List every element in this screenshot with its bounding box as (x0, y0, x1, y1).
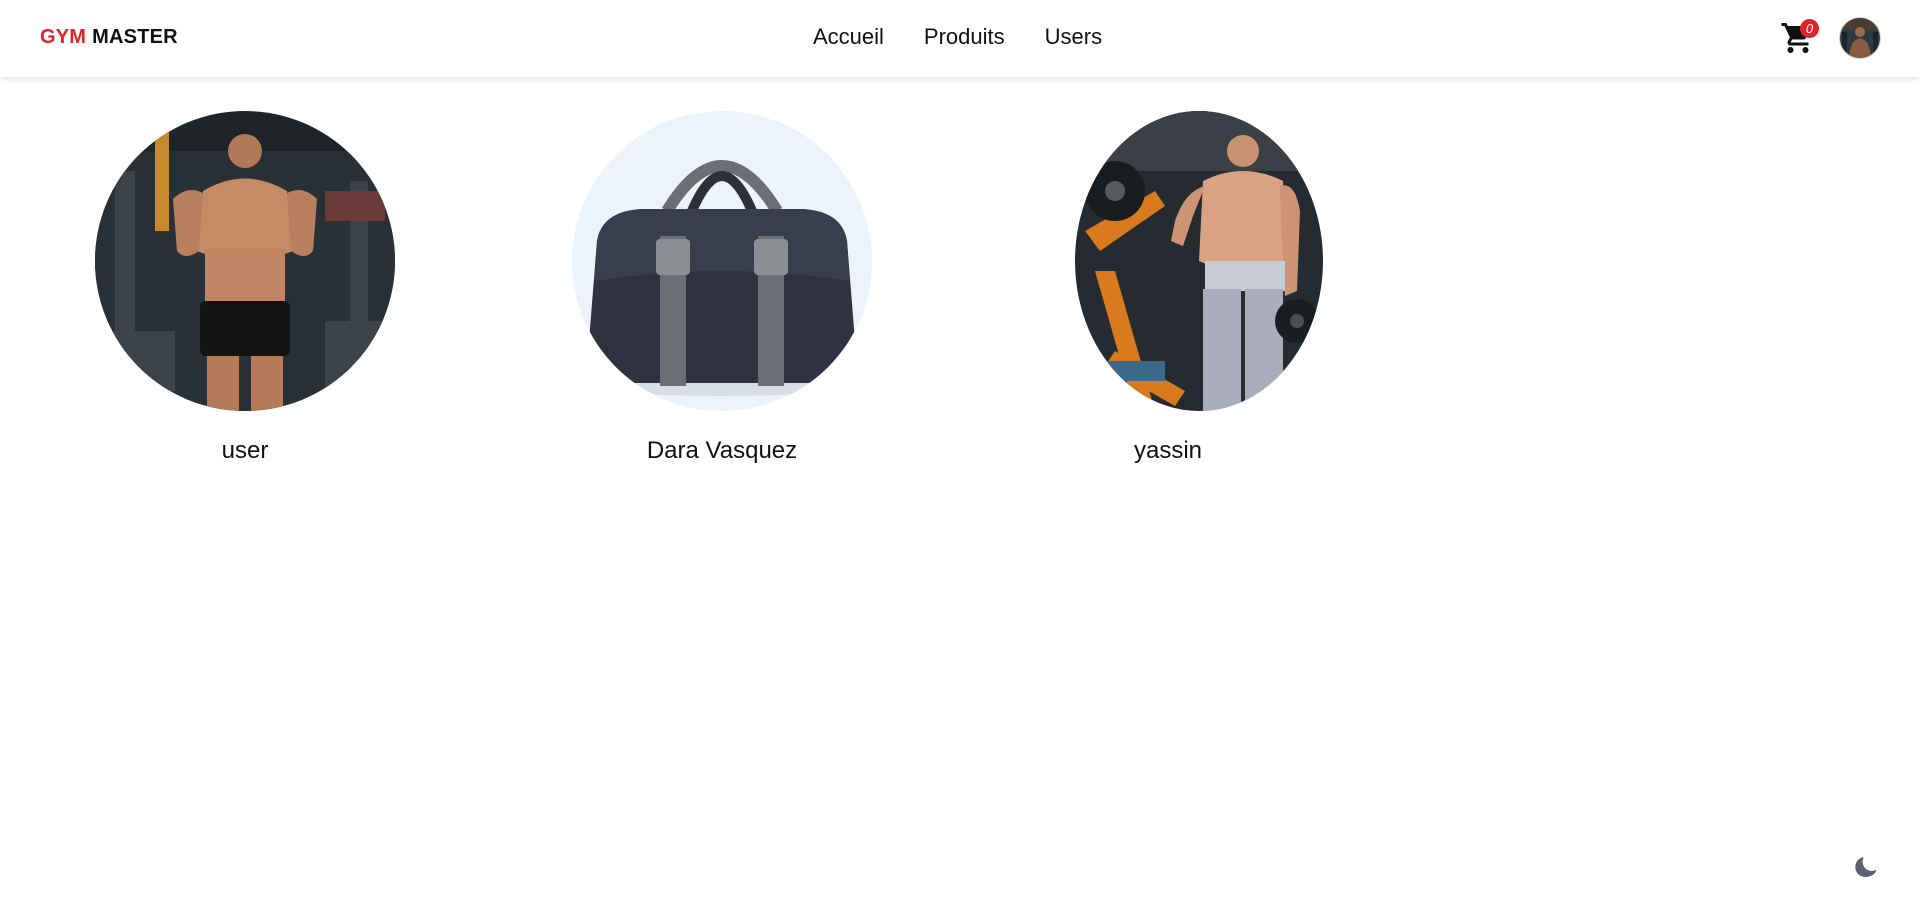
user-card[interactable]: user (90, 111, 400, 465)
brand-logo[interactable]: GYM MASTER (40, 26, 178, 49)
brand-gym: GYM (40, 26, 87, 48)
navbar: GYM MASTER Accueil Produits Users 0 (0, 0, 1920, 77)
user-photo[interactable] (95, 111, 395, 411)
user-card[interactable]: Dara Vasquez (567, 111, 877, 465)
cart-count-badge: 0 (1800, 19, 1819, 38)
nav-link-accueil[interactable]: Accueil (813, 24, 884, 50)
cart-button[interactable]: 0 (1780, 19, 1819, 56)
nav-link-users[interactable]: Users (1045, 24, 1102, 50)
user-photo[interactable] (1075, 111, 1323, 411)
user-name: user (221, 437, 269, 464)
nav-links: Accueil Produits Users (813, 24, 1102, 50)
user-card[interactable]: yassin (1044, 111, 1354, 465)
avatar[interactable] (1840, 18, 1880, 58)
moon-icon (1853, 855, 1877, 879)
user-name: yassin (1133, 437, 1203, 464)
brand-master: MASTER (92, 26, 178, 48)
user-photo[interactable] (572, 111, 872, 411)
nav-link-produits[interactable]: Produits (924, 24, 1005, 50)
user-name: Dara Vasquez (646, 437, 798, 464)
theme-toggle-button[interactable] (1853, 855, 1877, 879)
